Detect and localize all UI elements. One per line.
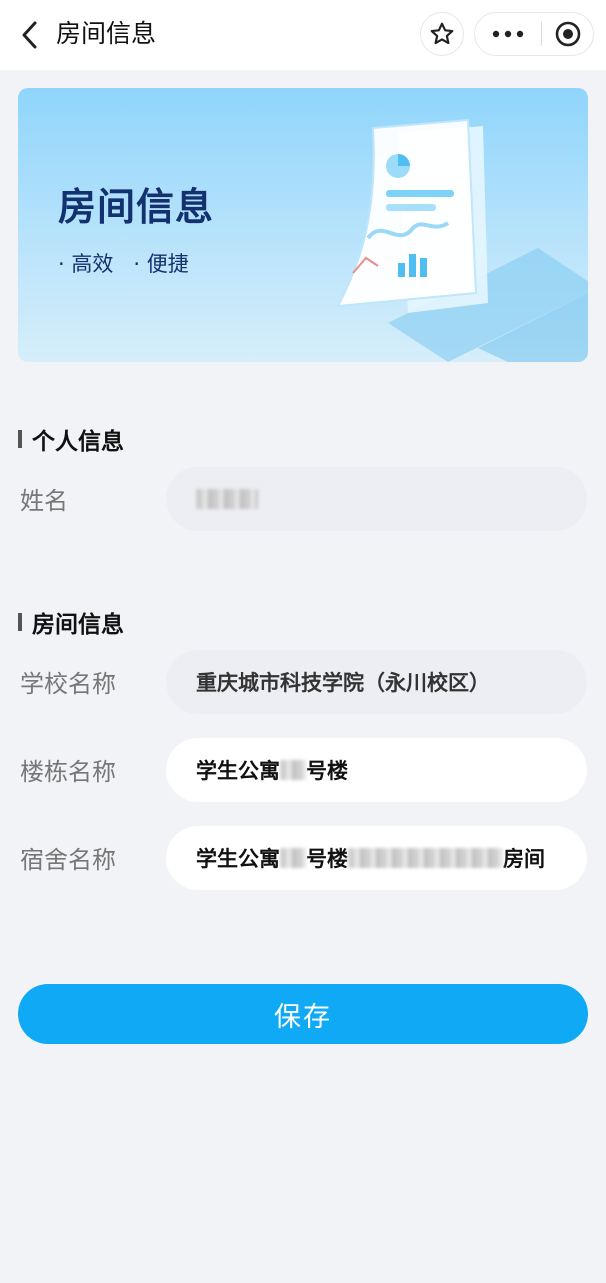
- mini-program-capsule: [474, 12, 594, 56]
- chevron-left-icon: [22, 21, 37, 49]
- dorm-label: 宿舍名称: [20, 846, 116, 874]
- section-marker: [18, 613, 22, 631]
- name-field: [166, 467, 587, 531]
- banner-tag-efficient: · 高效: [58, 252, 114, 276]
- room-info-heading-text: 房间信息: [32, 612, 124, 638]
- name-label: 姓名: [20, 487, 68, 515]
- redacted-name: [196, 489, 258, 509]
- building-label: 楼栋名称: [20, 758, 116, 786]
- save-button[interactable]: 保存: [18, 984, 588, 1044]
- redacted-room-number: [348, 848, 503, 868]
- school-label: 学校名称: [20, 670, 116, 698]
- banner-tags: · 高效 · 便捷: [58, 248, 189, 278]
- school-field: 重庆城市科技学院（永川校区）: [166, 650, 587, 714]
- banner-title: 房间信息: [58, 185, 215, 229]
- room-info-page: 房间信息 房间信息 · 高效 · 便捷 个人信息 姓名 房间信息 学校名称 重庆…: [0, 0, 606, 1283]
- redacted-dorm-building-number: [280, 848, 306, 868]
- back-button[interactable]: [12, 17, 48, 53]
- building-select[interactable]: 学生公寓 号楼: [166, 738, 587, 802]
- more-button[interactable]: [475, 12, 541, 56]
- school-value: 重庆城市科技学院（永川校区）: [196, 671, 490, 695]
- top-nav-bar: 房间信息: [0, 0, 606, 70]
- close-mini-program-button[interactable]: [542, 12, 593, 56]
- document-chart-illustration: [336, 118, 588, 362]
- banner-tag-convenient: · 便捷: [133, 252, 189, 276]
- personal-info-heading-text: 个人信息: [32, 429, 124, 455]
- room-info-heading: 房间信息: [18, 607, 124, 638]
- page-title: 房间信息: [56, 19, 157, 48]
- hero-banner: 房间信息 · 高效 · 便捷: [18, 88, 588, 362]
- favorite-button[interactable]: [420, 12, 464, 56]
- more-icon: [492, 30, 524, 38]
- building-prefix: 学生公寓: [196, 759, 280, 783]
- redacted-building-number: [280, 760, 306, 780]
- dorm-select[interactable]: 学生公寓 号楼 房间: [166, 826, 587, 890]
- star-icon: [430, 22, 454, 45]
- record-icon: [555, 21, 580, 47]
- dorm-mid: 号楼: [306, 847, 348, 871]
- building-suffix: 号楼: [306, 759, 348, 783]
- personal-info-heading: 个人信息: [18, 424, 124, 455]
- dorm-prefix: 学生公寓: [196, 847, 280, 871]
- dorm-suffix: 房间: [503, 847, 545, 871]
- section-marker: [18, 430, 22, 448]
